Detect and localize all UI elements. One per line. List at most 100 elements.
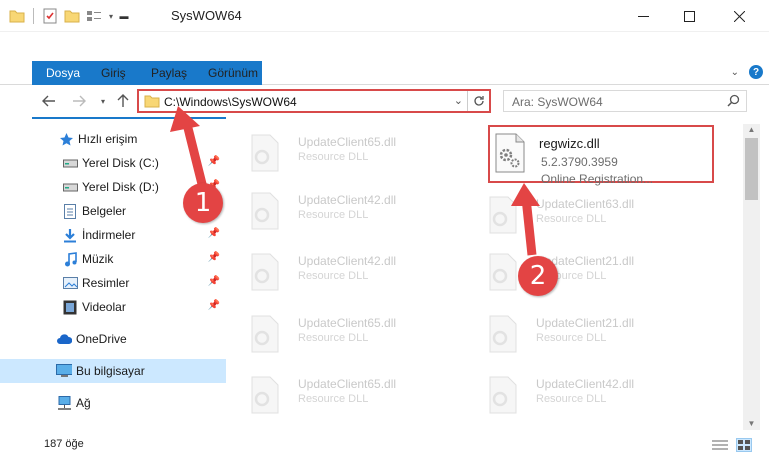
- tab-home[interactable]: Giriş: [101, 61, 126, 85]
- file-item[interactable]: UpdateClient42.dll Resource DLL: [226, 181, 456, 239]
- file-type: Resource DLL: [536, 393, 607, 405]
- pin-icon: 📌: [207, 252, 220, 263]
- dll-file-icon: [251, 376, 279, 414]
- minimize-button[interactable]: [620, 0, 666, 32]
- music-icon: [62, 251, 78, 267]
- sidebar-item-label: Yerel Disk (D:): [82, 180, 159, 194]
- highlighted-file-item[interactable]: regwizc.dll 5.2.3790.3959 Online Registr…: [488, 125, 714, 186]
- file-item[interactable]: UpdateClient42.dll Resource DLL: [226, 242, 456, 300]
- star-icon: [58, 131, 74, 147]
- file-item[interactable]: UpdateClient65.dll Resource DLL: [226, 123, 456, 181]
- window-title: SysWOW64: [171, 8, 242, 23]
- chevron-down-icon[interactable]: ⌄: [454, 94, 463, 107]
- new-folder-icon[interactable]: [63, 7, 81, 25]
- recent-locations-chevron-icon[interactable]: ▾: [94, 92, 112, 110]
- chevron-down-icon[interactable]: ▾: [107, 7, 115, 25]
- file-name: UpdateClient65.dll: [298, 377, 397, 391]
- file-type: Online Registration...: [541, 172, 654, 186]
- title-bar: ▾ ▬ SysWOW64: [0, 0, 769, 32]
- tab-view[interactable]: Görünüm: [208, 61, 258, 85]
- step-2-badge: 2: [518, 256, 558, 296]
- pin-icon: 📌: [207, 300, 220, 311]
- dll-file-icon: [489, 376, 517, 414]
- address-bar[interactable]: C:\Windows\SysWOW64 ⌄: [137, 89, 491, 113]
- refresh-button[interactable]: [467, 91, 489, 111]
- up-button[interactable]: [114, 92, 132, 110]
- file-version: 5.2.3790.3959: [541, 155, 618, 169]
- dll-file-icon: [251, 134, 279, 172]
- drive-icon: [62, 179, 78, 195]
- file-item[interactable]: UpdateClient42.dll Resource DLL: [464, 365, 694, 423]
- status-bar: 187 öğe: [0, 432, 769, 470]
- file-type: Resource DLL: [536, 213, 607, 225]
- scroll-up-arrow-icon[interactable]: ▲: [743, 124, 760, 136]
- maximize-button[interactable]: [666, 0, 712, 32]
- scrollbar-thumb[interactable]: [745, 138, 758, 200]
- sidebar-item-label: Bu bilgisayar: [76, 364, 145, 378]
- sidebar-item-onedrive[interactable]: OneDrive: [0, 327, 226, 351]
- file-name: UpdateClient21.dll: [536, 316, 635, 330]
- expand-ribbon-icon[interactable]: ⌄: [731, 67, 739, 78]
- sidebar-item-label: Yerel Disk (C:): [82, 156, 159, 170]
- tiles-view-icon[interactable]: [736, 438, 752, 452]
- download-icon: [62, 227, 78, 243]
- details-view-icon[interactable]: [712, 438, 728, 452]
- sidebar-item-label: Müzik: [82, 252, 114, 266]
- dll-file-icon: [251, 253, 279, 291]
- navigation-pane: Hızlı erişim Yerel Disk (C:) 📌 Yerel Dis…: [0, 124, 226, 430]
- close-button[interactable]: [716, 0, 762, 32]
- customize-toolbar-icon[interactable]: ▬: [119, 7, 129, 25]
- sidebar-item-downloads[interactable]: İndirmeler 📌: [0, 223, 226, 247]
- file-type: Resource DLL: [298, 270, 369, 282]
- scroll-down-arrow-icon[interactable]: ▼: [743, 418, 760, 430]
- tab-share[interactable]: Paylaş: [151, 61, 187, 85]
- file-item[interactable]: UpdateClient63.dll Resource DLL: [464, 185, 694, 243]
- address-path[interactable]: C:\Windows\SysWOW64: [164, 95, 297, 109]
- computer-icon: [56, 363, 72, 379]
- videos-icon: [62, 299, 78, 315]
- search-input[interactable]: Ara: SysWOW64: [503, 90, 747, 112]
- sidebar-item-pictures[interactable]: Resimler 📌: [0, 271, 226, 295]
- sidebar-item-label: Videolar: [82, 300, 126, 314]
- sidebar-item-videos[interactable]: Videolar 📌: [0, 295, 226, 319]
- drive-icon: [62, 155, 78, 171]
- dll-file-icon: [489, 315, 517, 353]
- step-1-badge: 1: [183, 183, 223, 223]
- toolbar-divider: [33, 8, 34, 24]
- sidebar-item-local-disk-c[interactable]: Yerel Disk (C:) 📌: [0, 151, 226, 175]
- sidebar-item-quick-access[interactable]: Hızlı erişim: [0, 127, 226, 151]
- file-name: UpdateClient65.dll: [298, 316, 397, 330]
- search-icon[interactable]: [727, 94, 740, 110]
- search-placeholder: Ara: SysWOW64: [512, 95, 603, 109]
- vertical-scrollbar[interactable]: ▲ ▼: [743, 124, 760, 430]
- back-button[interactable]: [40, 92, 58, 110]
- file-item[interactable]: UpdateClient65.dll Resource DLL: [226, 304, 456, 362]
- properties-icon[interactable]: [41, 7, 59, 25]
- file-name: UpdateClient42.dll: [298, 193, 397, 207]
- sidebar-item-this-pc[interactable]: Bu bilgisayar: [0, 359, 226, 383]
- network-icon: [56, 395, 72, 411]
- file-item[interactable]: UpdateClient21.dll Resource DLL: [464, 242, 694, 300]
- ribbon-tabs: Dosya Giriş Paylaş Görünüm ⌄ ?: [0, 61, 769, 119]
- sidebar-item-network[interactable]: Ağ: [0, 391, 226, 415]
- pin-icon: 📌: [207, 228, 220, 239]
- file-item[interactable]: UpdateClient21.dll Resource DLL: [464, 304, 694, 362]
- file-name: UpdateClient42.dll: [536, 377, 635, 391]
- dll-file-icon: [489, 253, 517, 291]
- forward-button[interactable]: [70, 92, 88, 110]
- cloud-icon: [56, 331, 72, 347]
- file-type: Resource DLL: [298, 151, 369, 163]
- file-item[interactable]: UpdateClient65.dll Resource DLL: [226, 365, 456, 423]
- documents-icon: [62, 203, 78, 219]
- pin-icon: 📌: [207, 156, 220, 167]
- help-icon[interactable]: ?: [749, 65, 763, 79]
- file-type: Resource DLL: [298, 332, 369, 344]
- sidebar-item-label: Resimler: [82, 276, 130, 290]
- file-item-regwizc[interactable]: regwizc.dll 5.2.3790.3959 Online Registr…: [490, 127, 712, 186]
- file-type: Resource DLL: [298, 393, 369, 405]
- pictures-icon: [62, 275, 78, 291]
- view-options-icon[interactable]: [85, 7, 103, 25]
- sidebar-item-label: Hızlı erişim: [78, 132, 138, 146]
- dll-file-icon: [251, 192, 279, 230]
- sidebar-item-music[interactable]: Müzik 📌: [0, 247, 226, 271]
